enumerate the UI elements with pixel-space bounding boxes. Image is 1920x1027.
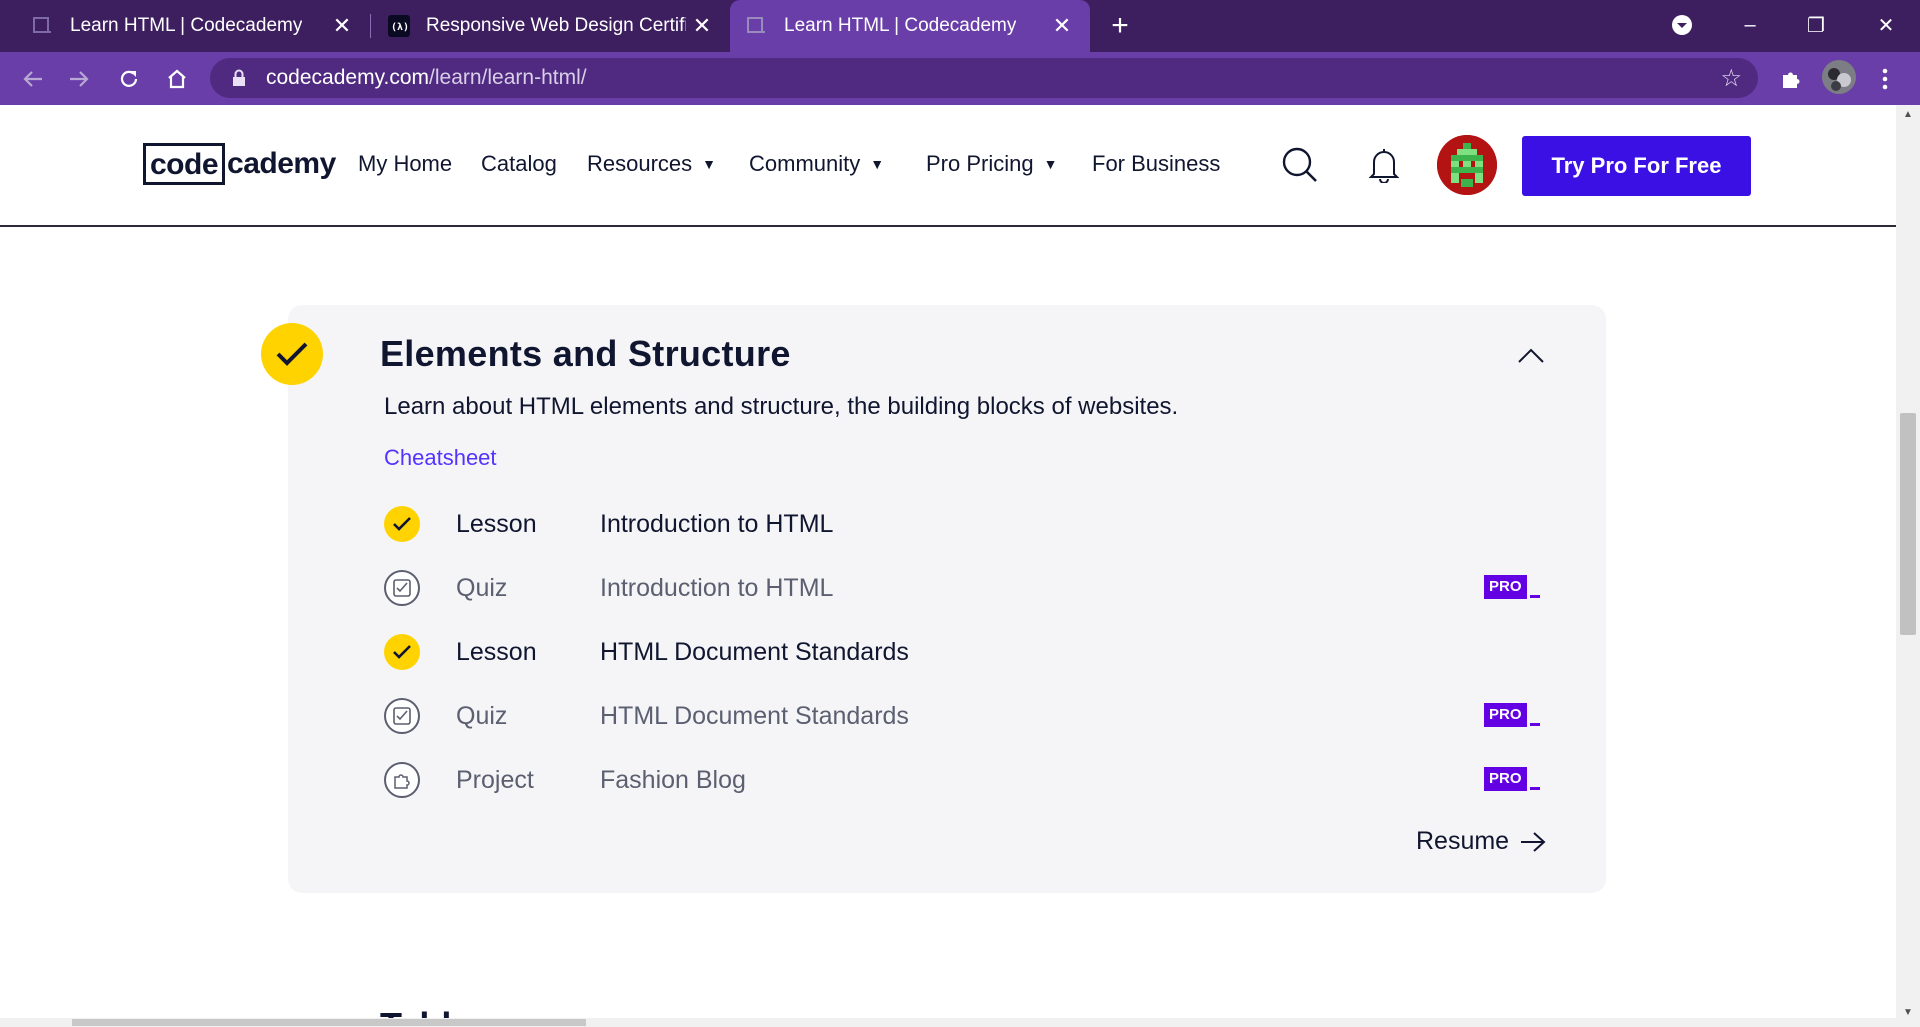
browser-tab-1[interactable]: Learn HTML | Codecademy ✕ [10,0,370,52]
notification-bell-icon[interactable] [1364,145,1404,185]
tab-close-icon[interactable]: ✕ [328,12,356,40]
nav-resources[interactable]: Resources ▼ [587,151,716,177]
nav-label: Resources [587,151,693,176]
caret-down-icon: ▼ [702,156,717,172]
nav-my-home[interactable]: My Home [358,151,452,177]
scrollbar-thumb[interactable] [1900,413,1916,635]
codecademy-favicon-icon [32,15,54,37]
nav-pro-pricing[interactable]: Pro Pricing ▼ [926,151,1057,177]
reload-icon[interactable] [112,62,146,96]
close-window-button[interactable]: ✕ [1866,8,1906,42]
vertical-scrollbar[interactable]: ▲ ▼ [1896,105,1920,1027]
item-type: Quiz [456,573,508,602]
horizontal-scrollbar[interactable] [0,1018,1896,1027]
user-avatar[interactable] [1437,135,1497,195]
tab-title: Responsive Web Design Certificat [426,15,686,36]
module-description: Learn about HTML elements and structure,… [384,393,1179,420]
pro-badge-label: PRO [1484,575,1527,599]
arrow-right-icon [1521,831,1546,852]
caret-down-icon: ▼ [1043,156,1058,172]
url-host: codecademy.com [266,66,430,89]
item-type: Lesson [456,637,537,666]
pro-badge-label: PRO [1484,767,1527,791]
scroll-down-arrow-icon[interactable]: ▼ [1902,1007,1914,1018]
nav-label: Catalog [481,151,557,176]
logo-rest-text: cademy [227,147,336,180]
syllabus-item-project-fashion-blog[interactable]: Project Fashion Blog PRO [384,758,1544,802]
item-type: Lesson [456,509,537,538]
site-header: code cademy My Home Catalog Resources ▼ Co… [0,105,1896,227]
quiz-icon [384,698,420,734]
new-tab-button[interactable]: + [1104,9,1136,42]
horizontal-scrollbar-thumb[interactable] [72,1019,586,1026]
logo-box-text: code [143,143,226,185]
browser-tab-2[interactable]: (λ) Responsive Web Design Certificat ✕ [372,0,730,52]
nav-label: Community [749,151,861,176]
svg-text:(λ): (λ) [391,22,409,33]
quiz-icon [384,570,420,606]
browser-tab-strip: Learn HTML | Codecademy ✕ (λ) Responsive… [0,0,1920,52]
nav-label: For Business [1092,151,1221,176]
bookmark-star-icon[interactable]: ☆ [1720,64,1742,93]
nav-label: My Home [358,151,453,176]
restore-button[interactable]: ❐ [1796,8,1836,42]
pro-badge: PRO [1484,575,1540,599]
item-name: HTML Document Standards [600,637,909,666]
nav-catalog[interactable]: Catalog [481,151,557,177]
tab-title: Learn HTML | Codecademy [784,15,1017,36]
pro-badge-label: PRO [1484,703,1527,727]
tab-search-icon[interactable] [1662,8,1702,42]
browser-tab-3-active[interactable]: Learn HTML | Codecademy ✕ [730,0,1090,52]
complete-check-icon [384,506,420,542]
caret-down-icon: ▼ [870,156,885,172]
nav-for-business[interactable]: For Business [1092,151,1220,177]
syllabus-item-lesson-doc-standards[interactable]: Lesson HTML Document Standards [384,630,1544,674]
profile-avatar-icon[interactable] [1822,60,1856,94]
tab-title: Learn HTML | Codecademy [70,15,303,36]
resume-link[interactable]: Resume [1416,827,1547,856]
nav-label: Pro Pricing [926,151,1034,176]
pro-badge: PRO [1484,767,1540,791]
pro-badge: PRO [1484,703,1540,727]
tab-close-icon[interactable]: ✕ [1048,12,1076,40]
item-name: Introduction to HTML [600,573,834,602]
resume-label: Resume [1416,827,1510,855]
scroll-up-arrow-icon[interactable]: ▲ [1902,109,1914,120]
lock-icon[interactable] [230,69,248,87]
complete-check-icon [384,634,420,670]
codecademy-favicon-icon [746,15,768,37]
item-name: Introduction to HTML [600,509,834,538]
module-title: Elements and Structure [380,333,791,374]
codecademy-logo[interactable]: code cademy [143,143,336,185]
forward-arrow-icon[interactable] [62,62,96,96]
search-icon[interactable] [1280,145,1320,185]
module-complete-check-icon [261,323,323,385]
item-type: Project [456,765,534,794]
minimize-button[interactable]: – [1730,8,1770,42]
page-content: code cademy My Home Catalog Resources ▼ Co… [0,105,1896,1027]
syllabus-item-quiz-intro-html[interactable]: Quiz Introduction to HTML PRO [384,566,1544,610]
extensions-puzzle-icon[interactable] [1774,62,1808,96]
cheatsheet-link[interactable]: Cheatsheet [384,445,497,471]
item-name: Fashion Blog [600,765,746,794]
try-pro-button[interactable]: Try Pro For Free [1522,136,1751,196]
address-bar[interactable]: codecademy.com/learn/learn-html/ ☆ [210,58,1758,98]
collapse-chevron-up-icon[interactable] [1516,341,1546,371]
tab-divider [370,14,371,38]
item-name: HTML Document Standards [600,701,909,730]
syllabus-item-lesson-intro-html[interactable]: Lesson Introduction to HTML [384,502,1544,546]
back-arrow-icon[interactable] [16,62,50,96]
url-path: /learn/learn-html/ [429,66,587,89]
tab-close-icon[interactable]: ✕ [688,12,716,40]
item-type: Quiz [456,701,508,730]
nav-community[interactable]: Community ▼ [749,151,884,177]
freecodecamp-favicon-icon: (λ) [388,15,410,37]
project-puzzle-icon [384,762,420,798]
browser-menu-icon[interactable] [1868,62,1902,96]
syllabus-item-quiz-doc-standards[interactable]: Quiz HTML Document Standards PRO [384,694,1544,738]
home-icon[interactable] [160,62,194,96]
